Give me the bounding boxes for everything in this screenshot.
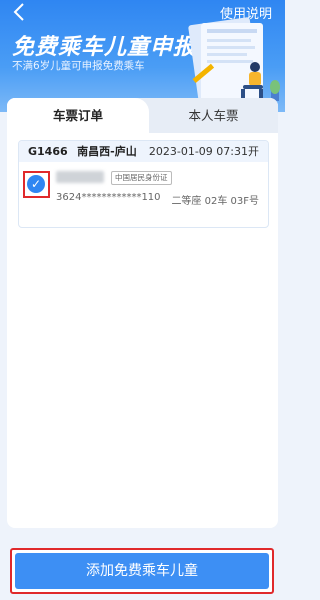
tab-my-tickets[interactable]: 本人车票: [149, 98, 278, 133]
route: 南昌西-庐山: [77, 145, 137, 158]
order-item: G1466 南昌西-庐山 2023-01-09 07:31开 ✓ 中国居民身份证…: [18, 140, 269, 228]
tab-ticket-orders[interactable]: 车票订单: [7, 98, 149, 133]
passenger-row[interactable]: ✓ 中国居民身份证 3624************110 二等座 02车 03…: [19, 162, 268, 227]
checkmark-icon[interactable]: ✓: [27, 175, 45, 193]
order-header: G1466 南昌西-庐山 2023-01-09 07:31开: [19, 141, 268, 162]
departure-time: 2023-01-09 07:31开: [148, 145, 259, 158]
train-number: G1466: [28, 145, 68, 158]
header-banner: 使用说明 免费乘车儿童申报 不满6岁儿童可申报免费乘车: [0, 0, 285, 112]
page-title: 免费乘车儿童申报: [12, 35, 197, 60]
add-free-child-button[interactable]: 添加免费乘车儿童: [15, 553, 269, 589]
declaration-card: 车票订单 本人车票 G1466 南昌西-庐山 2023-01-09 07:31开…: [7, 98, 278, 528]
back-arrow-icon[interactable]: [10, 2, 30, 22]
seat-info: 二等座 02车 03F号: [171, 196, 259, 207]
page-subtitle: 不满6岁儿童可申报免费乘车: [12, 60, 145, 72]
passenger-name-blurred: [56, 171, 104, 183]
add-button-highlight: 添加免费乘车儿童: [10, 548, 274, 594]
document-illustration-icon: [188, 17, 280, 101]
id-type-badge: 中国居民身份证: [111, 171, 172, 185]
tab-bar: 车票订单 本人车票: [7, 98, 278, 133]
id-number: 3624************110: [56, 192, 161, 203]
